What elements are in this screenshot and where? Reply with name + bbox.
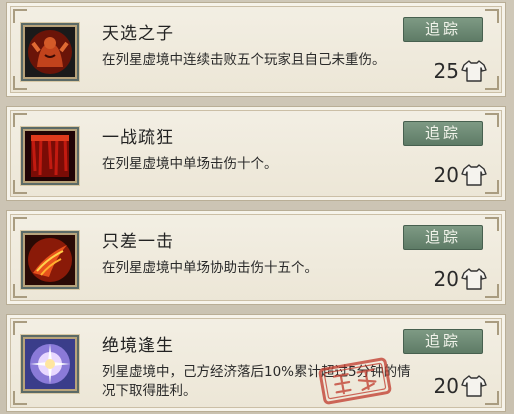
reward-amount: 25 bbox=[433, 59, 459, 83]
reward-amount: 20 bbox=[433, 374, 459, 398]
achievement-description: 在列星虚境中单场协助击伤十五个。 bbox=[102, 260, 318, 276]
reward-amount: 20 bbox=[433, 267, 459, 291]
achievement-title: 只差一击 bbox=[102, 232, 174, 252]
achievement-card: 只差一击 在列星虚境中单场协助击伤十五个。 追踪 20 bbox=[6, 210, 506, 305]
track-button[interactable]: 追踪 bbox=[403, 121, 483, 146]
track-button[interactable]: 追踪 bbox=[403, 17, 483, 42]
corner-ornament bbox=[485, 217, 499, 231]
corner-ornament bbox=[485, 284, 499, 298]
reward: 25 bbox=[434, 58, 487, 84]
enraged-warrior-icon bbox=[23, 25, 77, 79]
corner-ornament bbox=[485, 113, 499, 127]
track-button[interactable]: 追踪 bbox=[403, 329, 483, 354]
flame-claw-icon bbox=[23, 233, 77, 287]
corner-ornament bbox=[13, 113, 27, 127]
corner-ornament bbox=[13, 391, 27, 405]
shirt-icon bbox=[461, 268, 487, 290]
shirt-icon bbox=[461, 60, 487, 82]
corner-ornament bbox=[13, 321, 27, 335]
shirt-icon bbox=[461, 164, 487, 186]
reward-amount: 20 bbox=[433, 163, 459, 187]
achievement-card: 绝境逢生 列星虚境中，己方经济落后10%累计超过5分钟的情况下取得胜利。 追踪 … bbox=[6, 314, 506, 412]
achievement-card: 一战疏狂 在列星虚境中单场击伤十个。 追踪 20 bbox=[6, 106, 506, 201]
achievement-description: 在列星虚境中连续击败五个玩家且自己未重伤。 bbox=[102, 52, 386, 68]
corner-ornament bbox=[13, 9, 27, 23]
track-button[interactable]: 追踪 bbox=[403, 225, 483, 250]
corner-ornament bbox=[485, 180, 499, 194]
reward: 20 bbox=[434, 373, 487, 399]
achievement-title: 天选之子 bbox=[102, 24, 174, 44]
corner-ornament bbox=[485, 76, 499, 90]
reward: 20 bbox=[434, 266, 487, 292]
shirt-icon bbox=[461, 375, 487, 397]
radiant-burst-icon bbox=[23, 337, 77, 391]
achievement-list: 天选之子 在列星虚境中连续击败五个玩家且自己未重伤。 追踪 25 一战疏狂 在列… bbox=[0, 0, 514, 414]
achievement-title: 一战疏狂 bbox=[102, 128, 174, 148]
reward: 20 bbox=[434, 162, 487, 188]
corner-ornament bbox=[485, 9, 499, 23]
corner-ornament bbox=[485, 321, 499, 335]
corner-ornament bbox=[485, 391, 499, 405]
achievement-title: 绝境逢生 bbox=[102, 336, 174, 356]
blood-curtain-icon bbox=[23, 129, 77, 183]
achievement-description: 在列星虚境中单场击伤十个。 bbox=[102, 156, 278, 172]
achievement-card: 天选之子 在列星虚境中连续击败五个玩家且自己未重伤。 追踪 25 bbox=[6, 2, 506, 97]
corner-ornament bbox=[13, 217, 27, 231]
